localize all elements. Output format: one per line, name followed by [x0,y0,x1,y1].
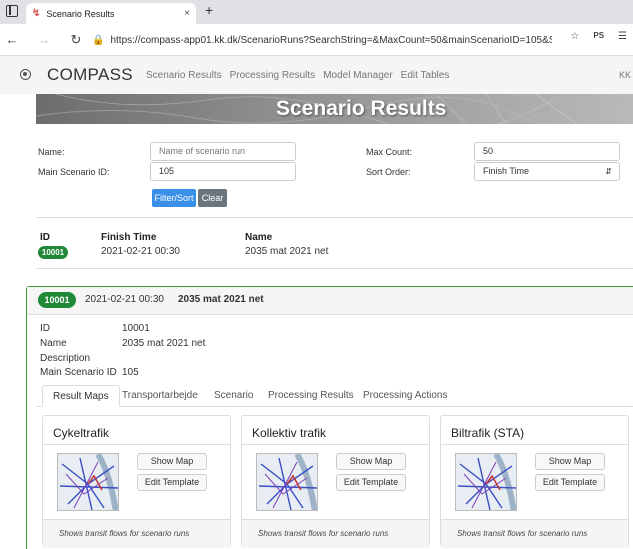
toolbar-actions: ☆ PS ☰ [570,31,627,42]
nav-scenario-results[interactable]: Scenario Results [146,70,222,81]
edit-template-button[interactable]: Edit Template [535,474,605,491]
map-card-title: Cykeltrafik [53,426,110,440]
divider [36,268,633,269]
card-name: 2035 mat 2021 net [178,294,264,305]
map-card-title: Kollektiv trafik [252,426,327,440]
back-icon[interactable]: ← [2,32,22,47]
max-count-label: Max Count: [366,147,413,157]
map-card-body: Show Map Edit Template [441,444,628,524]
reload-icon[interactable]: ↻ [66,32,86,48]
tab-scenario[interactable]: Scenario [204,385,263,407]
name-label: Name: [38,147,65,157]
nav-links: Scenario Results Processing Results Mode… [146,70,449,81]
logo-icon [20,69,31,80]
row-id-badge[interactable]: 10001 [38,246,68,259]
map-thumbnail[interactable] [455,453,517,511]
row-finish-time: 2021-02-21 00:30 [101,246,180,257]
edit-template-button[interactable]: Edit Template [137,474,207,491]
nav-processing-results[interactable]: Processing Results [230,70,316,81]
map-card-title: Biltrafik (STA) [451,426,525,440]
page-banner: Scenario Results [36,94,633,124]
sort-order-value: Finish Time [483,166,530,176]
nav-user[interactable]: KK [619,70,631,80]
map-card-body: Show Map Edit Template [242,444,429,524]
header-finish-time: Finish Time [101,232,157,243]
name-input[interactable]: Name of scenario run [150,142,296,161]
header-name: Name [245,232,273,243]
detail-description-label: Description [40,353,91,364]
browser-tab[interactable]: ↯ Scenario Results × [26,3,196,24]
filter-sort-button[interactable]: Filter/Sort [152,189,196,207]
clear-button[interactable]: Clear [198,189,227,207]
max-count-input[interactable]: 50 [474,142,620,161]
show-map-button[interactable]: Show Map [137,453,207,470]
new-tab-button[interactable]: + [205,2,213,18]
map-card-cykeltrafik: Cykeltrafik Show Map Edit Template Shows… [42,415,231,548]
tab-favicon-icon: ↯ [32,8,41,19]
detail-name-value: 2035 mat 2021 net [122,338,206,349]
detail-id-label: ID [40,323,50,334]
lock-icon: 🔒 [92,34,105,46]
map-thumbnail-graphic [457,454,516,510]
detail-id-value: 10001 [122,323,150,334]
address-bar[interactable]: 🔒 https://compass-app01.kk.dk/ScenarioRu… [92,30,552,50]
divider [36,217,633,218]
map-card-footer: Shows transit flows for scenario runs [242,519,429,548]
brand[interactable]: COMPASS [47,65,133,85]
sort-order-label: Sort Order: [366,167,411,177]
detail-tabs: Result Maps Transportarbejde Scenario Pr… [36,385,633,407]
map-card-footer: Shows transit flows for scenario runs [43,519,230,548]
map-thumbnail[interactable] [57,453,119,511]
map-thumbnail-graphic [258,454,317,510]
show-map-button[interactable]: Show Map [336,453,406,470]
map-card-biltrafik: Biltrafik (STA) Show Map Edit Template S… [440,415,629,548]
map-thumbnail[interactable] [256,453,318,511]
nav-edit-tables[interactable]: Edit Tables [401,70,450,81]
collections-icon[interactable]: ☰ [618,31,627,42]
nav-model-manager[interactable]: Model Manager [323,70,392,81]
browser-tab-bar: ↯ Scenario Results × + [0,0,633,24]
header-id: ID [40,232,50,243]
detail-main-scenario-value: 105 [122,367,139,378]
row-name[interactable]: 2035 mat 2021 net [245,246,328,257]
main-scenario-label: Main Scenario ID: [38,167,110,177]
detail-main-scenario-label: Main Scenario ID [40,367,117,378]
sort-order-select[interactable]: Finish Time ⇵ [474,162,620,181]
card-finish-time: 2021-02-21 00:30 [85,294,164,305]
tab-transportarbejde[interactable]: Transportarbejde [112,385,208,407]
map-card-footer: Shows transit flows for scenario runs [441,519,628,548]
app-navbar: COMPASS Scenario Results Processing Resu… [0,56,633,94]
show-map-button[interactable]: Show Map [535,453,605,470]
url-text: https://compass-app01.kk.dk/ScenarioRuns… [110,34,552,46]
tab-close-icon[interactable]: × [184,8,190,19]
page-title: Scenario Results [276,97,447,120]
map-card-kollektiv-trafik: Kollektiv trafik Show Map Edit Template … [241,415,430,548]
tab-processing-results[interactable]: Processing Results [258,385,364,407]
tab-processing-actions[interactable]: Processing Actions [353,385,458,407]
window-menu-icon[interactable] [6,5,18,17]
detail-name-label: Name [40,338,67,349]
map-thumbnail-graphic [59,454,118,510]
browser-toolbar: ← → ↻ 🔒 https://compass-app01.kk.dk/Scen… [0,24,633,56]
select-arrow-icon: ⇵ [605,167,612,176]
tab-title: Scenario Results [46,8,115,19]
favorite-icon[interactable]: ☆ [570,31,579,42]
card-id-badge: 10001 [38,292,76,308]
edit-template-button[interactable]: Edit Template [336,474,406,491]
forward-icon[interactable]: → [34,32,54,47]
tab-result-maps[interactable]: Result Maps [42,385,120,407]
map-card-body: Show Map Edit Template [43,444,230,524]
extension-icon[interactable]: PS [593,31,604,42]
main-scenario-input[interactable]: 105 [150,162,296,181]
